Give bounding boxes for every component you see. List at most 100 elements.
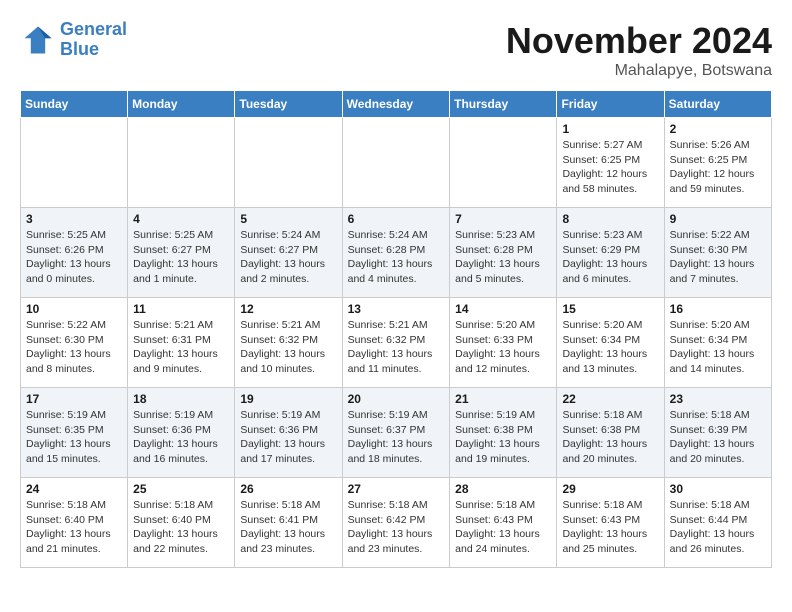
- calendar-cell: 23 Sunrise: 5:18 AM Sunset: 6:39 PM Dayli…: [664, 388, 771, 478]
- day-number: 19: [240, 392, 336, 406]
- day-number: 28: [455, 482, 551, 496]
- calendar-cell: 7Sunrise: 5:23 AM Sunset: 6:28 PM Daylig…: [450, 208, 557, 298]
- calendar-cell: 21 Sunrise: 5:19 AM Sunset: 6:38 PM Dayli…: [450, 388, 557, 478]
- day-number: 1: [562, 122, 658, 136]
- calendar-cell: [450, 118, 557, 208]
- calendar-cell: 9Sunrise: 5:22 AM Sunset: 6:30 PM Daylig…: [664, 208, 771, 298]
- day-info: Sunrise: 5:18 AM Sunset: 6:40 PM Dayligh…: [26, 498, 122, 557]
- calendar-cell: 11 Sunrise: 5:21 AM Sunset: 6:31 PM Dayli…: [128, 298, 235, 388]
- calendar-cell: 1 Sunrise: 5:27 AM Sunset: 6:25 PM Daylig…: [557, 118, 664, 208]
- day-number: 9: [670, 212, 766, 226]
- day-number: 24: [26, 482, 122, 496]
- day-number: 3: [26, 212, 122, 226]
- day-number: 11: [133, 302, 229, 316]
- day-info: Sunrise: 5:18 AM Sunset: 6:44 PM Dayligh…: [670, 498, 766, 557]
- day-info: Sunrise: 5:24 AM Sunset: 6:27 PM Dayligh…: [240, 228, 336, 287]
- calendar-cell: 10Sunrise: 5:22 AM Sunset: 6:30 PM Dayli…: [21, 298, 128, 388]
- day-info: Sunrise: 5:19 AM Sunset: 6:38 PM Dayligh…: [455, 408, 551, 467]
- day-number: 18: [133, 392, 229, 406]
- location: Mahalapye, Botswana: [506, 62, 772, 80]
- calendar-week-row: 3 Sunrise: 5:25 AM Sunset: 6:26 PM Daylig…: [21, 208, 772, 298]
- logo-icon: [20, 22, 56, 58]
- calendar-cell: 18 Sunrise: 5:19 AM Sunset: 6:36 PM Dayli…: [128, 388, 235, 478]
- day-info: Sunrise: 5:18 AM Sunset: 6:42 PM Dayligh…: [348, 498, 445, 557]
- calendar-week-row: 1 Sunrise: 5:27 AM Sunset: 6:25 PM Daylig…: [21, 118, 772, 208]
- day-number: 25: [133, 482, 229, 496]
- day-number: 6: [348, 212, 445, 226]
- day-number: 10: [26, 302, 122, 316]
- day-info: Sunrise: 5:18 AM Sunset: 6:41 PM Dayligh…: [240, 498, 336, 557]
- day-number: 29: [562, 482, 658, 496]
- day-info: Sunrise: 5:20 AM Sunset: 6:34 PM Dayligh…: [562, 318, 658, 377]
- day-number: 8: [562, 212, 658, 226]
- month-title: November 2024: [506, 20, 772, 62]
- weekday-header-row: SundayMondayTuesdayWednesdayThursdayFrid…: [21, 91, 772, 118]
- day-info: Sunrise: 5:25 AM Sunset: 6:26 PM Dayligh…: [26, 228, 122, 287]
- weekday-header: Tuesday: [235, 91, 342, 118]
- weekday-header: Wednesday: [342, 91, 450, 118]
- day-info: Sunrise: 5:18 AM Sunset: 6:40 PM Dayligh…: [133, 498, 229, 557]
- day-number: 17: [26, 392, 122, 406]
- day-number: 4: [133, 212, 229, 226]
- day-number: 20: [348, 392, 445, 406]
- weekday-header: Monday: [128, 91, 235, 118]
- day-info: Sunrise: 5:19 AM Sunset: 6:36 PM Dayligh…: [133, 408, 229, 467]
- day-info: Sunrise: 5:23 AM Sunset: 6:29 PM Dayligh…: [562, 228, 658, 287]
- day-info: Sunrise: 5:18 AM Sunset: 6:43 PM Dayligh…: [562, 498, 658, 557]
- calendar-cell: 14Sunrise: 5:20 AM Sunset: 6:33 PM Dayli…: [450, 298, 557, 388]
- day-number: 16: [670, 302, 766, 316]
- day-info: Sunrise: 5:24 AM Sunset: 6:28 PM Dayligh…: [348, 228, 445, 287]
- calendar-cell: 25 Sunrise: 5:18 AM Sunset: 6:40 PM Dayli…: [128, 478, 235, 568]
- calendar-cell: 30 Sunrise: 5:18 AM Sunset: 6:44 PM Dayli…: [664, 478, 771, 568]
- day-info: Sunrise: 5:18 AM Sunset: 6:43 PM Dayligh…: [455, 498, 551, 557]
- calendar-cell: 22Sunrise: 5:18 AM Sunset: 6:38 PM Dayli…: [557, 388, 664, 478]
- day-info: Sunrise: 5:21 AM Sunset: 6:32 PM Dayligh…: [240, 318, 336, 377]
- calendar-cell: 20 Sunrise: 5:19 AM Sunset: 6:37 PM Dayli…: [342, 388, 450, 478]
- day-number: 23: [670, 392, 766, 406]
- weekday-header: Friday: [557, 91, 664, 118]
- calendar-cell: 12 Sunrise: 5:21 AM Sunset: 6:32 PM Dayli…: [235, 298, 342, 388]
- calendar-cell: [21, 118, 128, 208]
- day-info: Sunrise: 5:27 AM Sunset: 6:25 PM Dayligh…: [562, 138, 658, 197]
- calendar-cell: 8 Sunrise: 5:23 AM Sunset: 6:29 PM Daylig…: [557, 208, 664, 298]
- day-number: 27: [348, 482, 445, 496]
- day-info: Sunrise: 5:21 AM Sunset: 6:31 PM Dayligh…: [133, 318, 229, 377]
- title-block: November 2024 Mahalapye, Botswana: [506, 20, 772, 80]
- logo-text: General Blue: [60, 20, 127, 60]
- calendar-cell: 5 Sunrise: 5:24 AM Sunset: 6:27 PM Daylig…: [235, 208, 342, 298]
- calendar-cell: 4 Sunrise: 5:25 AM Sunset: 6:27 PM Daylig…: [128, 208, 235, 298]
- day-number: 5: [240, 212, 336, 226]
- calendar-cell: 24 Sunrise: 5:18 AM Sunset: 6:40 PM Dayli…: [21, 478, 128, 568]
- weekday-header: Sunday: [21, 91, 128, 118]
- day-info: Sunrise: 5:19 AM Sunset: 6:37 PM Dayligh…: [348, 408, 445, 467]
- calendar-cell: 2 Sunrise: 5:26 AM Sunset: 6:25 PM Daylig…: [664, 118, 771, 208]
- day-info: Sunrise: 5:19 AM Sunset: 6:35 PM Dayligh…: [26, 408, 122, 467]
- day-number: 14: [455, 302, 551, 316]
- calendar-cell: [235, 118, 342, 208]
- calendar-cell: [342, 118, 450, 208]
- day-number: 26: [240, 482, 336, 496]
- calendar-cell: 3 Sunrise: 5:25 AM Sunset: 6:26 PM Daylig…: [21, 208, 128, 298]
- calendar-cell: [128, 118, 235, 208]
- calendar-cell: 28 Sunrise: 5:18 AM Sunset: 6:43 PM Dayli…: [450, 478, 557, 568]
- calendar-cell: 15 Sunrise: 5:20 AM Sunset: 6:34 PM Dayli…: [557, 298, 664, 388]
- calendar-cell: 19Sunrise: 5:19 AM Sunset: 6:36 PM Dayli…: [235, 388, 342, 478]
- weekday-header: Saturday: [664, 91, 771, 118]
- day-number: 30: [670, 482, 766, 496]
- day-info: Sunrise: 5:26 AM Sunset: 6:25 PM Dayligh…: [670, 138, 766, 197]
- day-info: Sunrise: 5:25 AM Sunset: 6:27 PM Dayligh…: [133, 228, 229, 287]
- day-number: 13: [348, 302, 445, 316]
- day-number: 12: [240, 302, 336, 316]
- day-number: 2: [670, 122, 766, 136]
- calendar-cell: 26 Sunrise: 5:18 AM Sunset: 6:41 PM Dayli…: [235, 478, 342, 568]
- calendar-cell: 13 Sunrise: 5:21 AM Sunset: 6:32 PM Dayli…: [342, 298, 450, 388]
- calendar-week-row: 17 Sunrise: 5:19 AM Sunset: 6:35 PM Dayli…: [21, 388, 772, 478]
- day-info: Sunrise: 5:21 AM Sunset: 6:32 PM Dayligh…: [348, 318, 445, 377]
- day-number: 15: [562, 302, 658, 316]
- day-info: Sunrise: 5:18 AM Sunset: 6:39 PM Dayligh…: [670, 408, 766, 467]
- calendar-week-row: 24 Sunrise: 5:18 AM Sunset: 6:40 PM Dayli…: [21, 478, 772, 568]
- day-number: 22: [562, 392, 658, 406]
- logo: General Blue: [20, 20, 127, 60]
- day-number: 7: [455, 212, 551, 226]
- day-number: 21: [455, 392, 551, 406]
